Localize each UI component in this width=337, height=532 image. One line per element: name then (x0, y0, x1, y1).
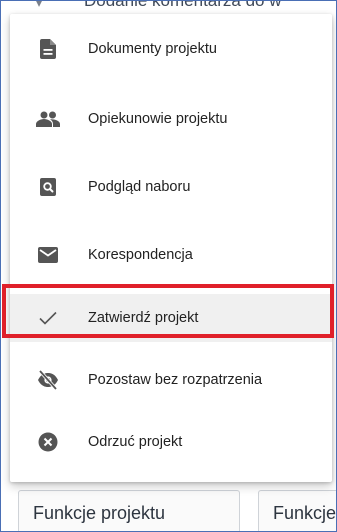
funkcje-projektu-button[interactable]: Funkcje projektu (18, 490, 240, 532)
bottom-toolbar: Funkcje projektu Funkcje (0, 490, 337, 532)
check-icon (36, 306, 60, 330)
menu-item-label: Opiekunowie projektu (88, 111, 228, 127)
funkcje-label: Funkcje (273, 502, 337, 523)
funkcje-projektu-label: Funkcje projektu (33, 502, 166, 523)
menu-item-pozostaw-bez-rozpatrzenia[interactable]: Pozostaw bez rozpatrzenia (10, 357, 332, 403)
menu-item-korespondencja[interactable]: Korespondencja (10, 232, 332, 278)
funkcje-button[interactable]: Funkcje (258, 490, 337, 532)
menu-item-label: Zatwierdź projekt (88, 310, 199, 326)
people-icon (36, 107, 60, 131)
cancel-circle-icon (36, 430, 60, 454)
menu-item-zatwierdz-projekt[interactable]: Zatwierdź projekt (10, 294, 332, 342)
menu-item-label: Pozostaw bez rozpatrzenia (88, 372, 263, 388)
context-menu: Dokumenty projektu Opiekunowie projektu (10, 14, 332, 482)
menu-item-label: Odrzuć projekt (88, 434, 183, 450)
preview-search-icon (36, 175, 60, 199)
envelope-icon (36, 243, 60, 267)
background-partial-text: Dodanie komentarza do w (84, 0, 282, 10)
menu-item-odrzuc-projekt[interactable]: Odrzuć projekt (10, 419, 332, 465)
chevron-icon: ▾ (36, 0, 43, 10)
document-icon (36, 37, 60, 61)
eye-off-icon (36, 368, 60, 392)
menu-item-dokumenty-projektu[interactable]: Dokumenty projektu (10, 26, 332, 72)
menu-item-podglad-naboru[interactable]: Podgląd naboru (10, 164, 332, 210)
menu-item-label: Korespondencja (88, 247, 193, 263)
menu-item-label: Podgląd naboru (88, 179, 191, 195)
screen: ▾ Dodanie komentarza do w Dokumenty proj… (0, 0, 337, 532)
menu-item-opiekunowie-projektu[interactable]: Opiekunowie projektu (10, 96, 332, 142)
menu-item-label: Dokumenty projektu (88, 41, 217, 57)
